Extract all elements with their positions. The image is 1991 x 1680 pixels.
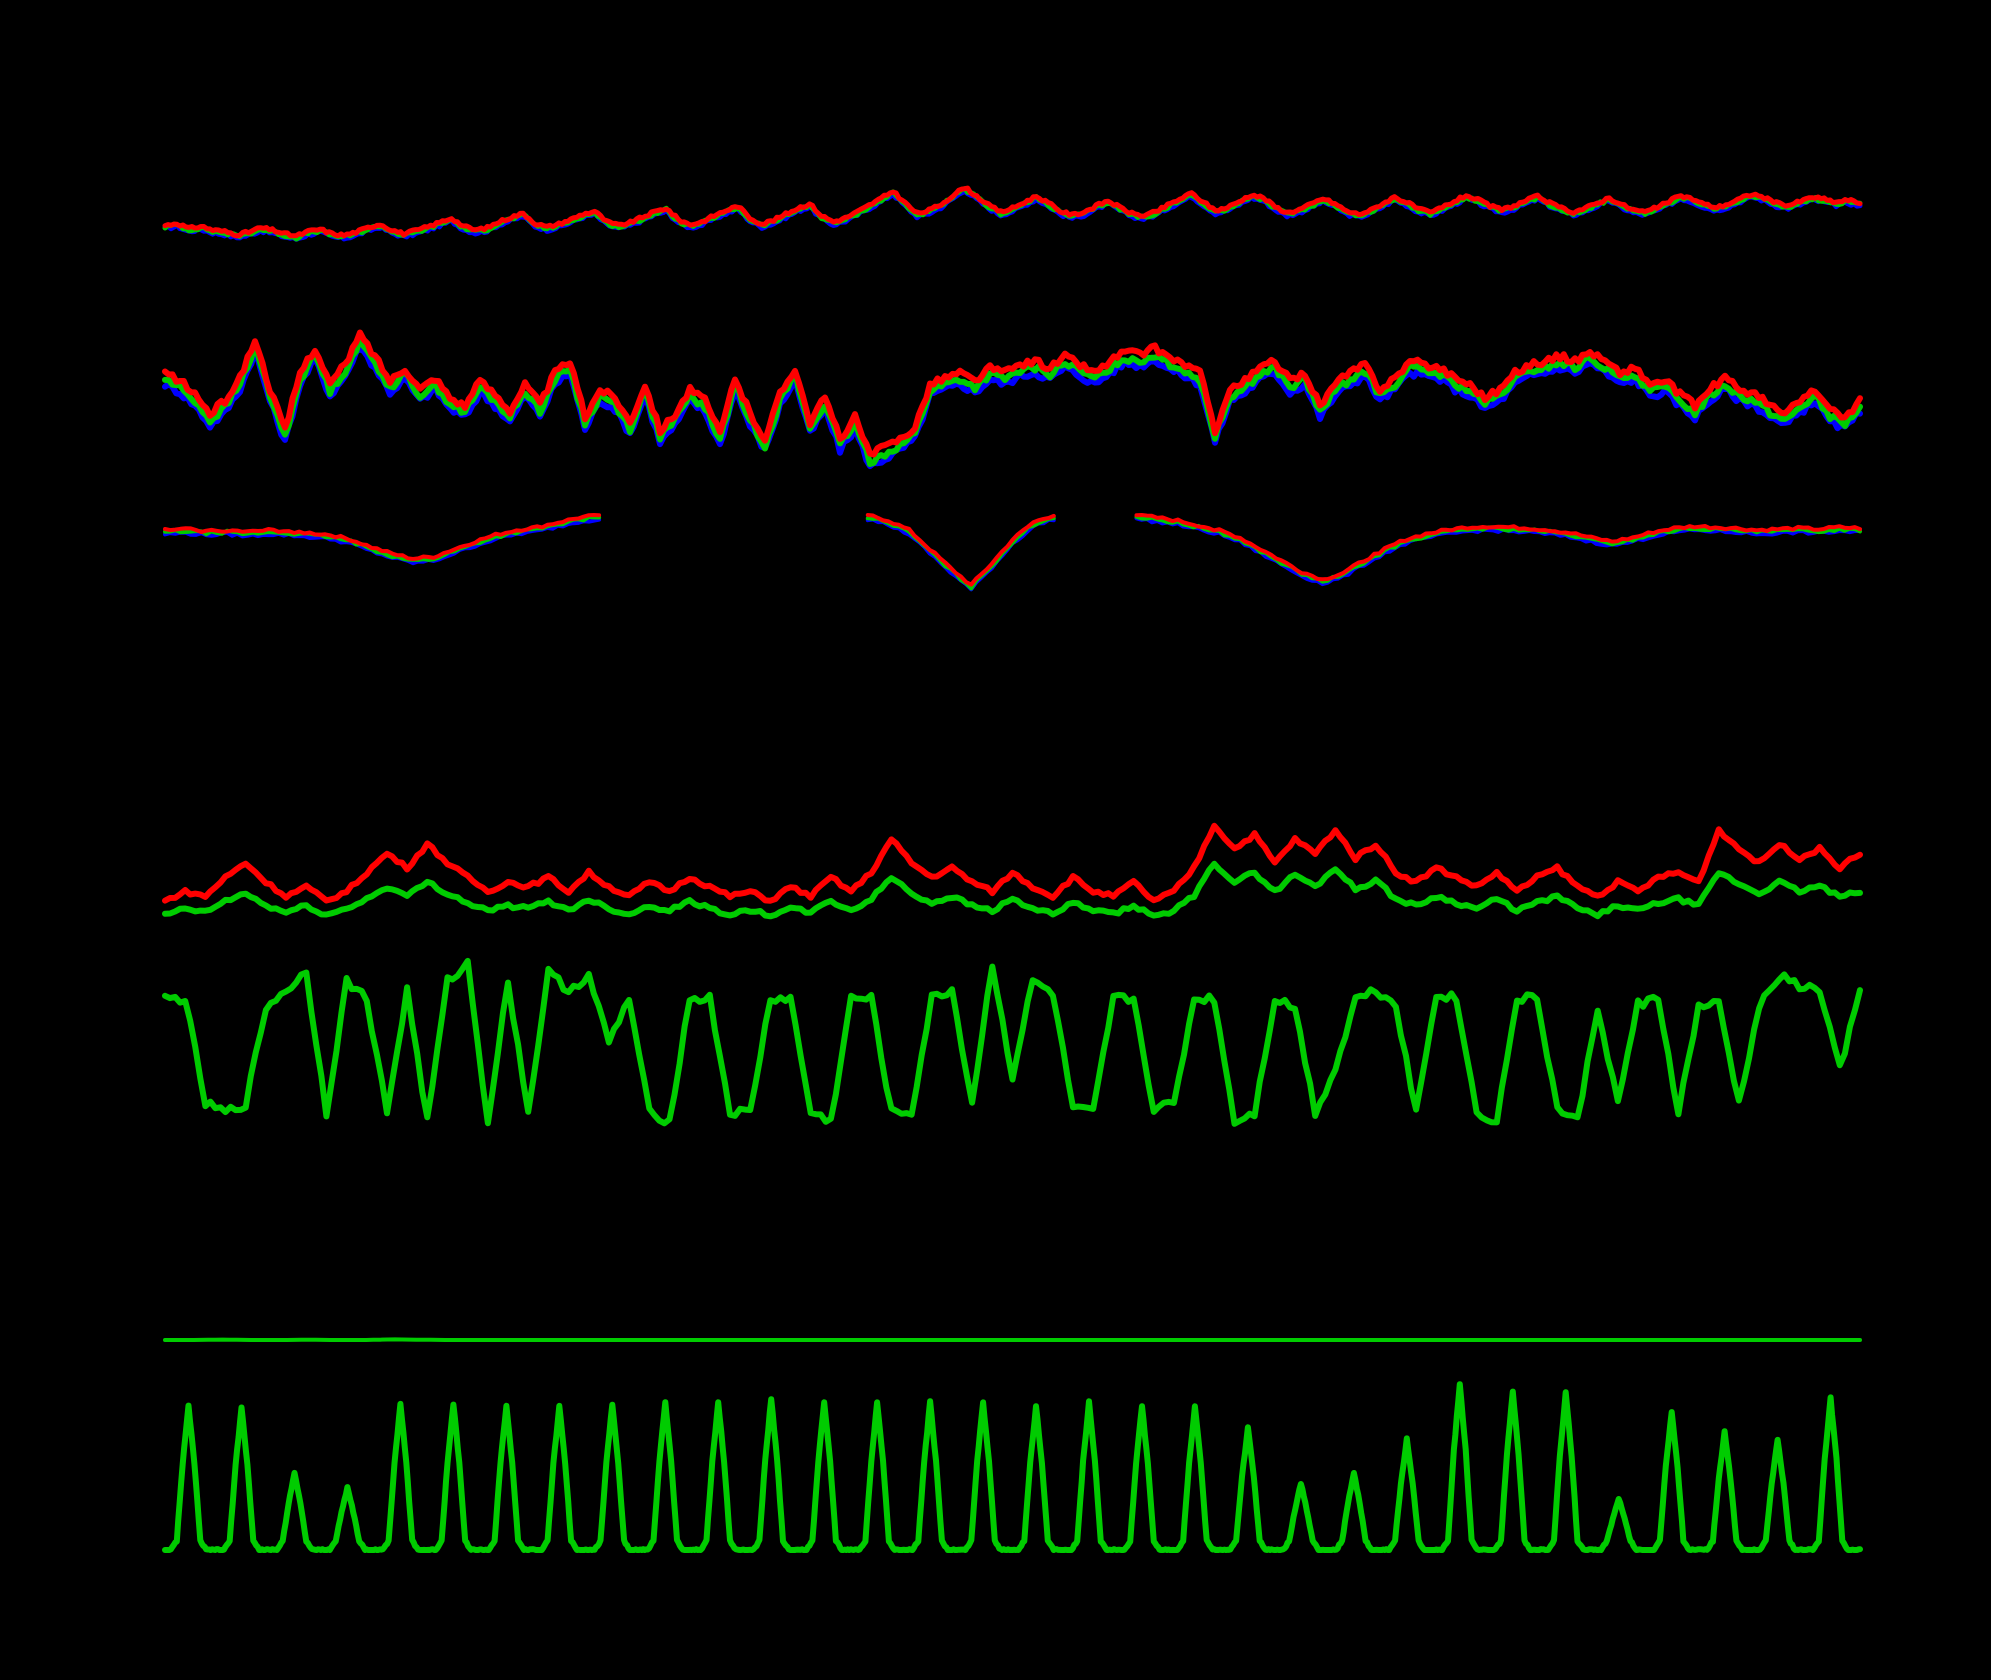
series-line-panel6-1	[163, 1337, 1862, 1342]
chart-canvas	[0, 0, 1991, 1680]
panel-6	[163, 1337, 1862, 1342]
chart-figure	[0, 0, 1991, 1680]
chart-background	[0, 0, 1991, 1680]
